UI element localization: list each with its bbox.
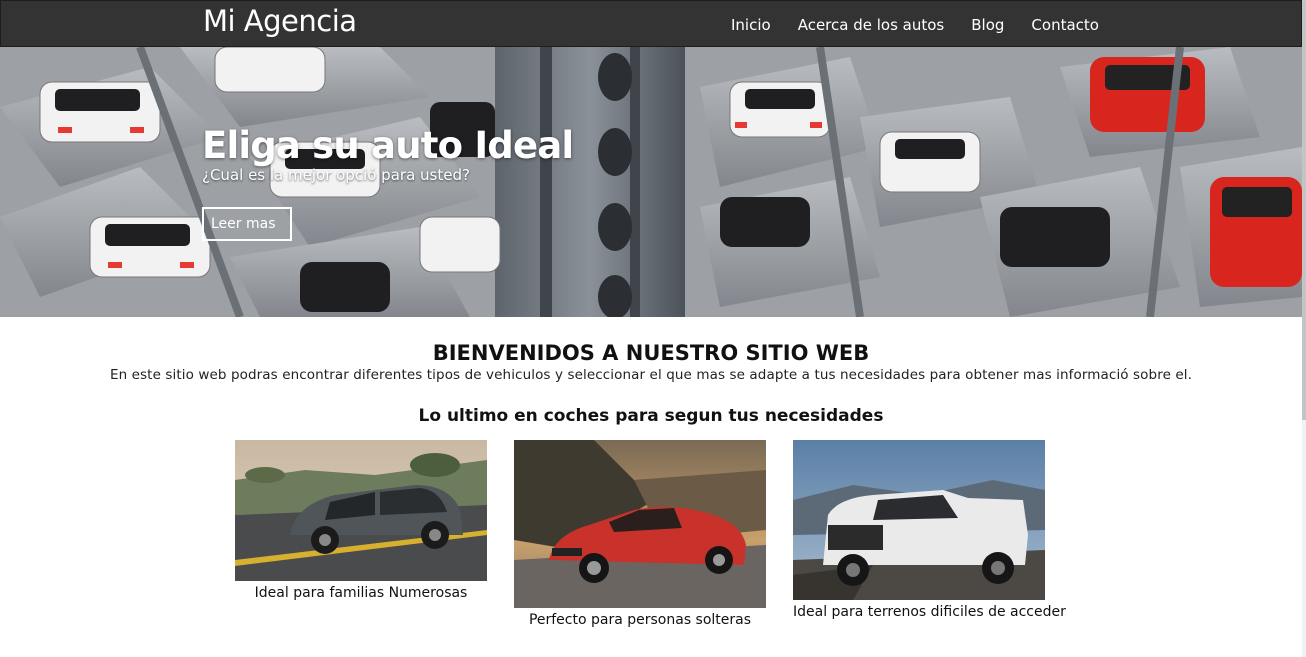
card-caption: Ideal para familias Numerosas <box>254 585 468 601</box>
nav-link-inicio[interactable]: Inicio <box>731 16 771 34</box>
top-navbar: Mi Agencia Inicio Acerca de los autos Bl… <box>0 0 1302 47</box>
gray-minivan-image <box>235 440 487 581</box>
welcome-paragraph: En este sitio web podras encontrar difer… <box>109 367 1193 383</box>
nav-link-blog[interactable]: Blog <box>971 16 1004 34</box>
white-pickup-truck-image <box>793 440 1045 600</box>
car-card-minivan: Ideal para familias Numerosas <box>235 440 487 601</box>
hero-banner: Eliga su auto Ideal ¿Cual es la mejor op… <box>0 47 1302 317</box>
main-nav: Inicio Acerca de los autos Blog Contacto <box>731 16 1126 34</box>
nav-link-acerca[interactable]: Acerca de los autos <box>798 16 945 34</box>
car-card-sedan: Perfecto para personas solteras <box>514 440 766 628</box>
hero-subtitle: ¿Cual es la mejor opció para usted? <box>202 166 470 184</box>
welcome-heading: BIENVENIDOS A NUESTRO SITIO WEB <box>432 341 870 365</box>
read-more-button[interactable]: Leer mas <box>202 207 292 241</box>
latest-cars-heading: Lo ultimo en coches para segun tus neces… <box>418 406 884 426</box>
nav-link-contacto[interactable]: Contacto <box>1031 16 1099 34</box>
hero-title: Eliga su auto Ideal <box>202 124 574 167</box>
scrollbar-thumb[interactable] <box>1302 0 1306 420</box>
car-card-pickup: Ideal para terrenos dificiles de acceder <box>793 440 1066 620</box>
card-caption: Ideal para terrenos dificiles de acceder <box>793 604 1066 620</box>
car-tower-background-image <box>0 47 1302 317</box>
card-caption: Perfecto para personas solteras <box>528 612 752 628</box>
brand-logo-link[interactable]: Mi Agencia <box>203 4 357 38</box>
red-sedan-image <box>514 440 766 608</box>
